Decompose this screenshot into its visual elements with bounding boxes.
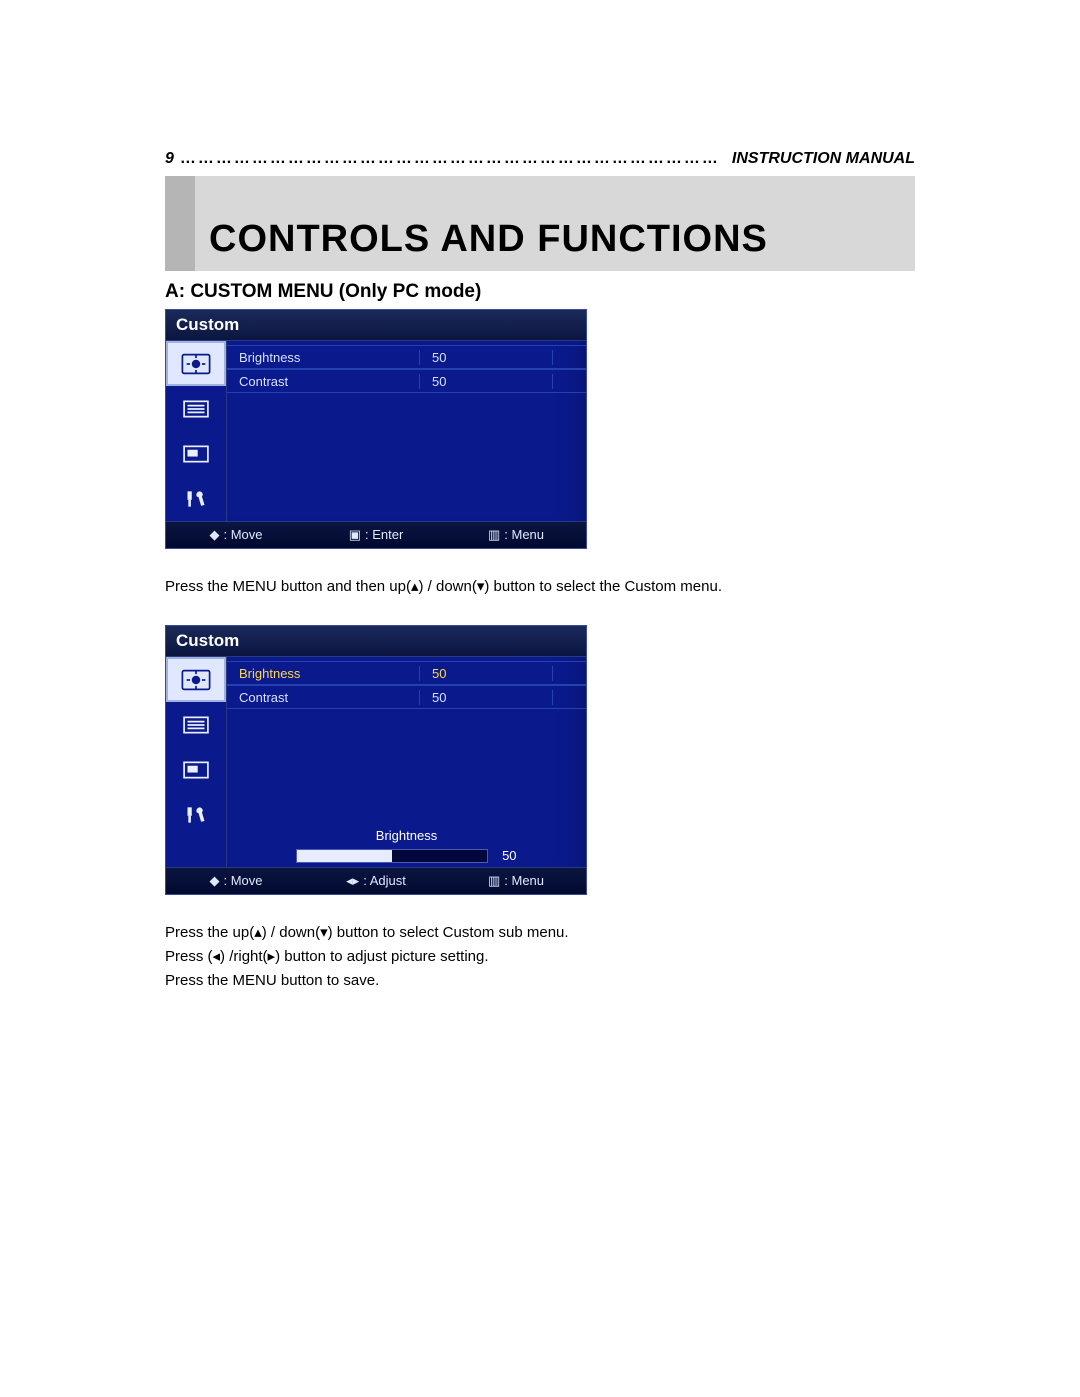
brightness-icon[interactable] [166,657,226,702]
instruction-line: Press the up(▴) / down(▾) button to sele… [165,921,915,945]
page-header: 9 ……………………………………………………………………………… Instruc… [165,150,915,168]
footer-adjust: ◂▸: Adjust [306,873,446,889]
osd-row-contrast[interactable]: Contrast 50 [227,369,586,393]
osd-title: Custom [166,626,586,657]
slider-value: 50 [502,848,516,863]
osd-menu-custom-1: Custom Brightness 50 [165,309,587,549]
footer-menu: ▥: Menu [446,873,586,889]
picture-icon[interactable] [166,747,226,792]
leftright-icon: ◂▸ [346,873,359,888]
enter-icon: ▣ [349,527,361,542]
picture-icon[interactable] [166,431,226,476]
updown-icon: ◆ [209,527,219,542]
footer-menu: ▥: Menu [446,527,586,543]
osd-slider[interactable]: Brightness 50 [227,828,586,863]
slider-track[interactable] [296,849,488,863]
row-value: 50 [420,350,553,365]
row-label: Contrast [227,690,420,705]
menu-icon: ▥ [488,527,500,542]
osd-row-brightness[interactable]: Brightness 50 [227,345,586,369]
list-icon[interactable] [166,702,226,747]
osd-menu-custom-2: Custom Brightness 50 [165,625,587,895]
osd-content: Brightness 50 Contrast 50 Brightness 50 [227,657,586,867]
tools-icon[interactable] [166,476,226,521]
instruction-line: Press (◂) /right(▸) button to adjust pic… [165,945,915,969]
instruction-text-1: Press the MENU button and then up(▴) / d… [165,575,915,599]
row-value: 50 [420,666,553,681]
row-label: Contrast [227,374,420,389]
row-label: Brightness [227,350,420,365]
osd-title: Custom [166,310,586,341]
list-icon[interactable] [166,386,226,431]
instruction-line: Press the MENU button to save. [165,969,915,993]
slider-fill [297,850,392,862]
row-label: Brightness [227,666,420,681]
menu-icon: ▥ [488,873,500,888]
banner-tab [165,176,195,271]
slider-label: Brightness [227,828,586,843]
osd-row-brightness[interactable]: Brightness 50 [227,661,586,685]
footer-move: ◆: Move [166,527,306,543]
brightness-icon[interactable] [166,341,226,386]
manual-label: Instruction Manual [732,150,915,168]
osd-row-contrast[interactable]: Contrast 50 [227,685,586,709]
footer-move: ◆: Move [166,873,306,889]
section-heading: A: CUSTOM MENU (Only PC mode) [165,281,915,303]
instruction-text-2: Press the up(▴) / down(▾) button to sele… [165,921,915,993]
osd-icon-strip [166,657,227,867]
tools-icon[interactable] [166,792,226,837]
updown-icon: ◆ [209,873,219,888]
banner-title: CONTROLS AND FUNCTIONS [209,218,768,271]
header-dots: ……………………………………………………………………………… [180,150,726,168]
footer-enter: ▣: Enter [306,527,446,543]
section-banner: CONTROLS AND FUNCTIONS [165,176,915,271]
page-number: 9 [165,150,174,168]
row-value: 50 [420,374,553,389]
osd-icon-strip [166,341,227,521]
osd-footer: ◆: Move ◂▸: Adjust ▥: Menu [166,867,586,894]
osd-footer: ◆: Move ▣: Enter ▥: Menu [166,521,586,548]
row-value: 50 [420,690,553,705]
osd-content: Brightness 50 Contrast 50 [227,341,586,521]
